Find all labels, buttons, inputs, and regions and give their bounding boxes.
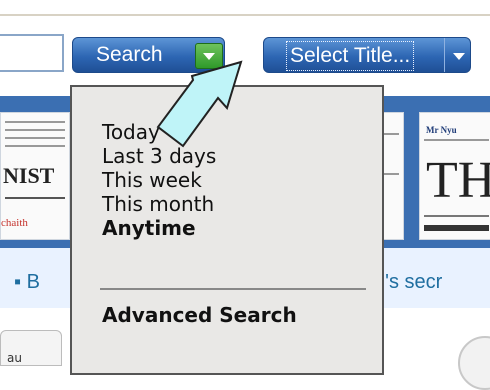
menu-item-this-week[interactable]: This week xyxy=(102,168,202,192)
search-input[interactable] xyxy=(0,34,64,72)
chevron-down-icon[interactable] xyxy=(195,43,223,69)
thumbnail-masthead: Mr Nyu xyxy=(426,125,457,135)
text-line xyxy=(5,137,65,139)
text-line xyxy=(5,197,65,199)
text-line xyxy=(424,139,489,141)
menu-item-last-3-days[interactable]: Last 3 days xyxy=(102,144,216,168)
text-line xyxy=(5,145,65,147)
search-button-label: Search xyxy=(96,43,163,66)
select-title-label: Select Title... xyxy=(286,41,415,71)
headline-link[interactable]: n's secr xyxy=(374,271,442,294)
search-button[interactable]: Search xyxy=(72,37,225,73)
bottom-tab[interactable]: au xyxy=(0,330,62,366)
menu-item-this-month[interactable]: This month xyxy=(102,192,214,216)
headline-link[interactable]: ▪ B xyxy=(14,271,40,294)
thumbnail-title: NIST xyxy=(3,163,55,188)
newspaper-thumbnail[interactable]: Mr Nyu TH xyxy=(419,112,490,240)
newspaper-thumbnail[interactable]: NIST chaith xyxy=(0,112,70,240)
search-dropdown-menu: Today Last 3 days This week This month A… xyxy=(70,85,384,375)
select-title-button[interactable]: Select Title... xyxy=(263,37,471,73)
thumbnail-caption: chaith xyxy=(1,217,28,229)
menu-item-anytime[interactable]: Anytime xyxy=(102,216,196,240)
text-line xyxy=(5,129,65,131)
chevron-down-icon[interactable] xyxy=(444,38,472,72)
menu-item-today[interactable]: Today xyxy=(102,120,160,144)
thumbnail-title: TH xyxy=(426,152,490,209)
bottom-tab-label: au xyxy=(7,351,22,365)
text-line xyxy=(424,225,489,231)
text-line xyxy=(5,121,65,123)
menu-item-advanced-search[interactable]: Advanced Search xyxy=(102,303,297,327)
menu-divider xyxy=(100,288,366,290)
text-line xyxy=(424,215,489,217)
